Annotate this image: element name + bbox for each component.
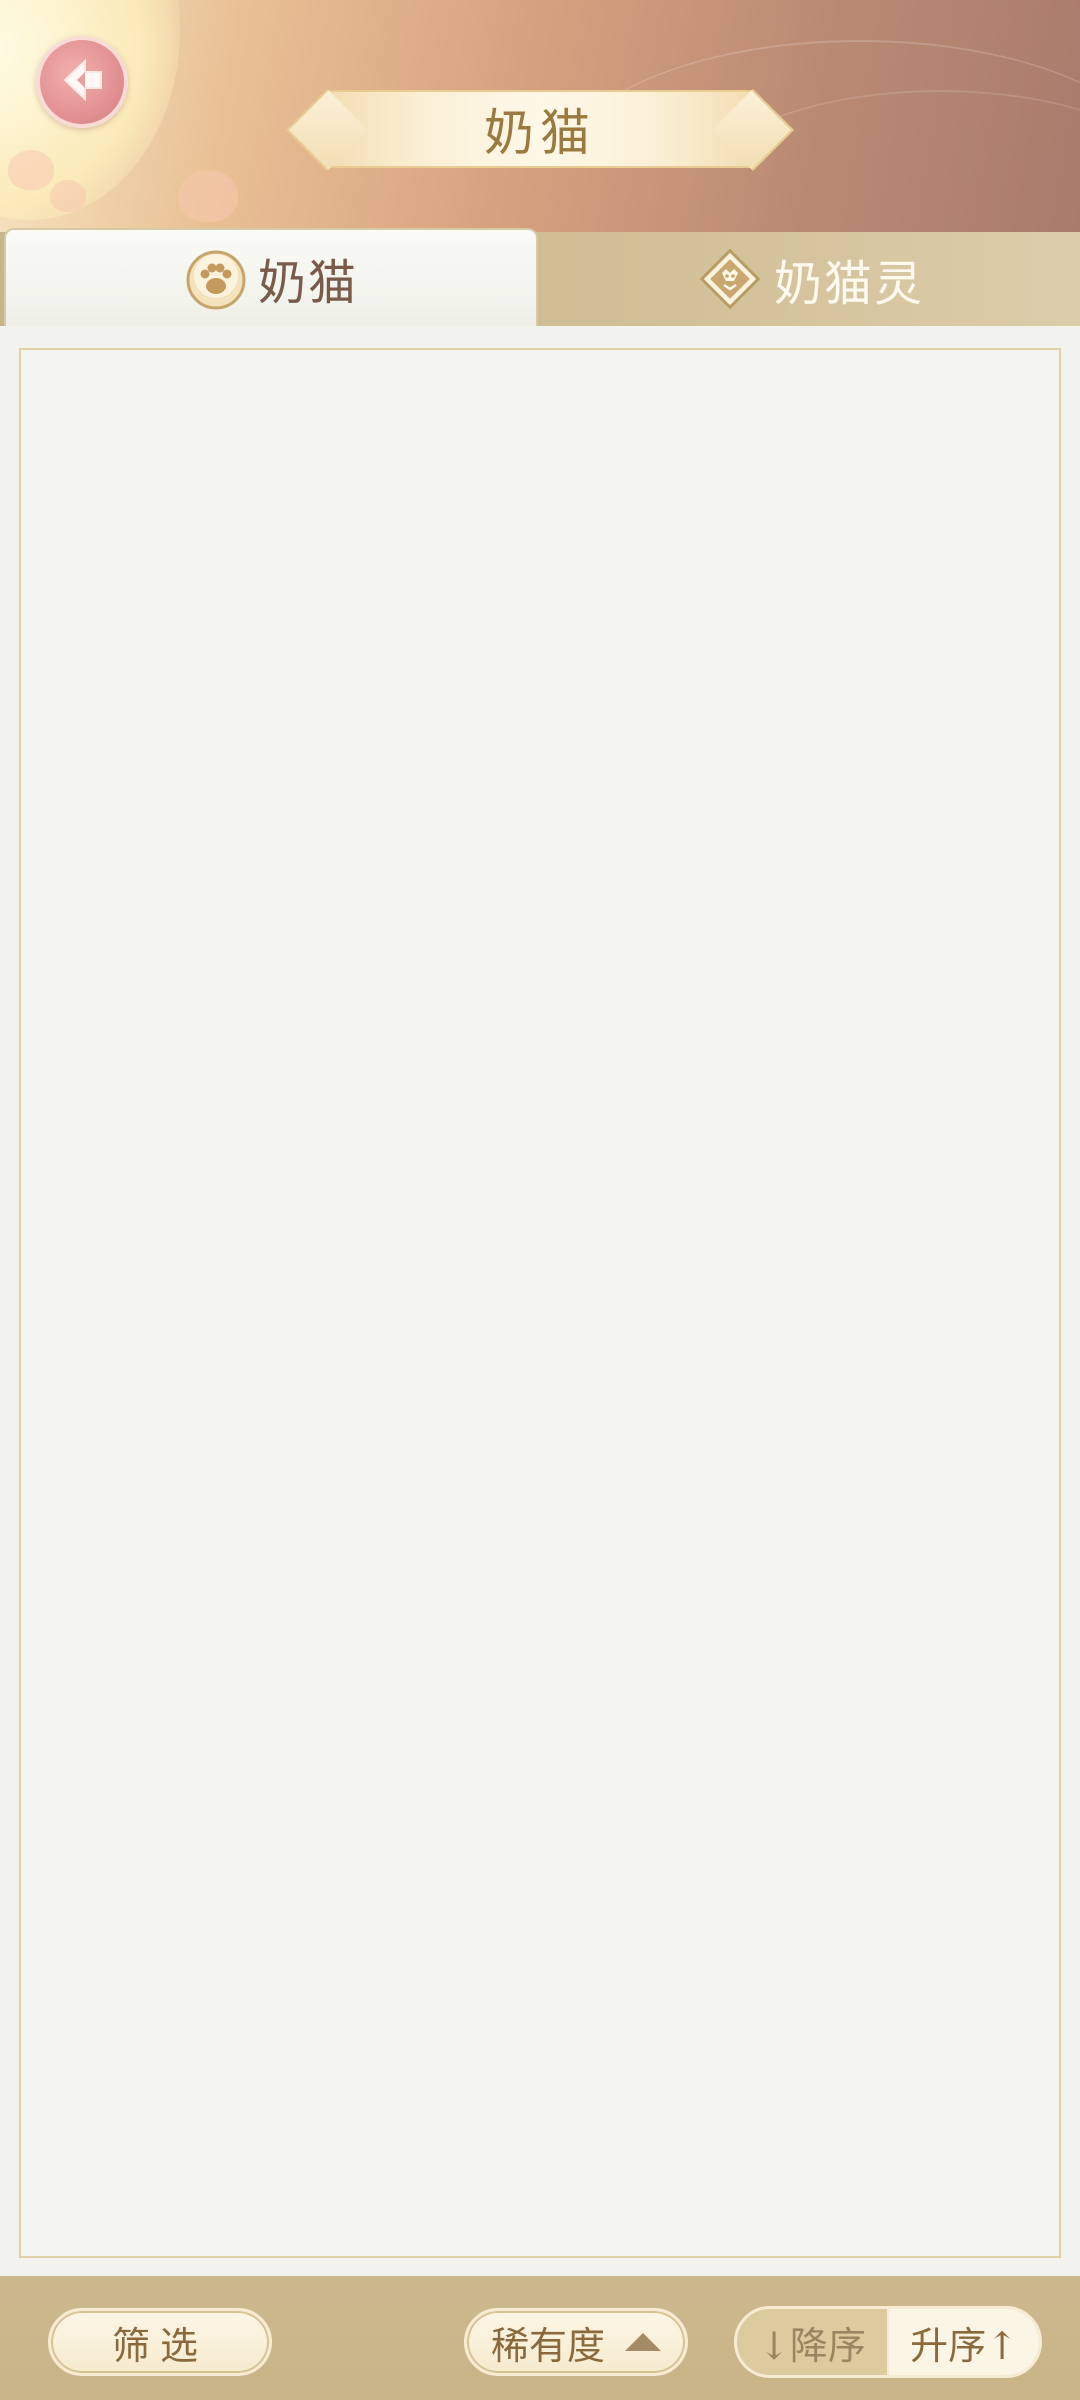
tab-bar: 奶猫 奶猫灵 — [0, 228, 1080, 326]
sort-asc-label: 升序↑ — [910, 2323, 1018, 2368]
diamond-cat-icon — [696, 245, 764, 313]
filter-button[interactable]: 筛选 — [48, 2308, 272, 2376]
sort-ascending-button[interactable]: 升序↑ — [889, 2309, 1039, 2375]
triangle-up-icon — [625, 2333, 661, 2351]
blossom-decoration — [178, 170, 238, 222]
blossom-decoration — [50, 180, 86, 212]
paw-icon — [184, 246, 248, 310]
sort-descending-button[interactable]: ↓降序 — [737, 2309, 889, 2375]
sort-key-label: 稀有度 — [490, 2323, 605, 2368]
cat-list-panel — [19, 348, 1061, 2258]
tab-milk-cat-spirit[interactable]: 奶猫灵 — [540, 232, 1080, 326]
tab-label: 奶猫灵 — [773, 256, 924, 312]
sort-order-toggle: ↓降序 升序↑ — [734, 2306, 1042, 2378]
title-plaque: 奶猫 — [326, 90, 754, 168]
page-title: 奶猫 — [484, 104, 596, 162]
back-button[interactable] — [36, 36, 128, 128]
sort-by-rarity-button[interactable]: 稀有度 — [464, 2308, 688, 2376]
filter-label: 筛选 — [111, 2323, 208, 2368]
tab-label: 奶猫 — [257, 255, 358, 311]
blossom-decoration — [8, 150, 54, 190]
header-banner: 奶猫 — [0, 0, 1080, 232]
arrow-left-icon — [55, 53, 109, 111]
tab-milk-cat[interactable]: 奶猫 — [4, 228, 538, 326]
sort-desc-label: ↓降序 — [758, 2323, 866, 2368]
